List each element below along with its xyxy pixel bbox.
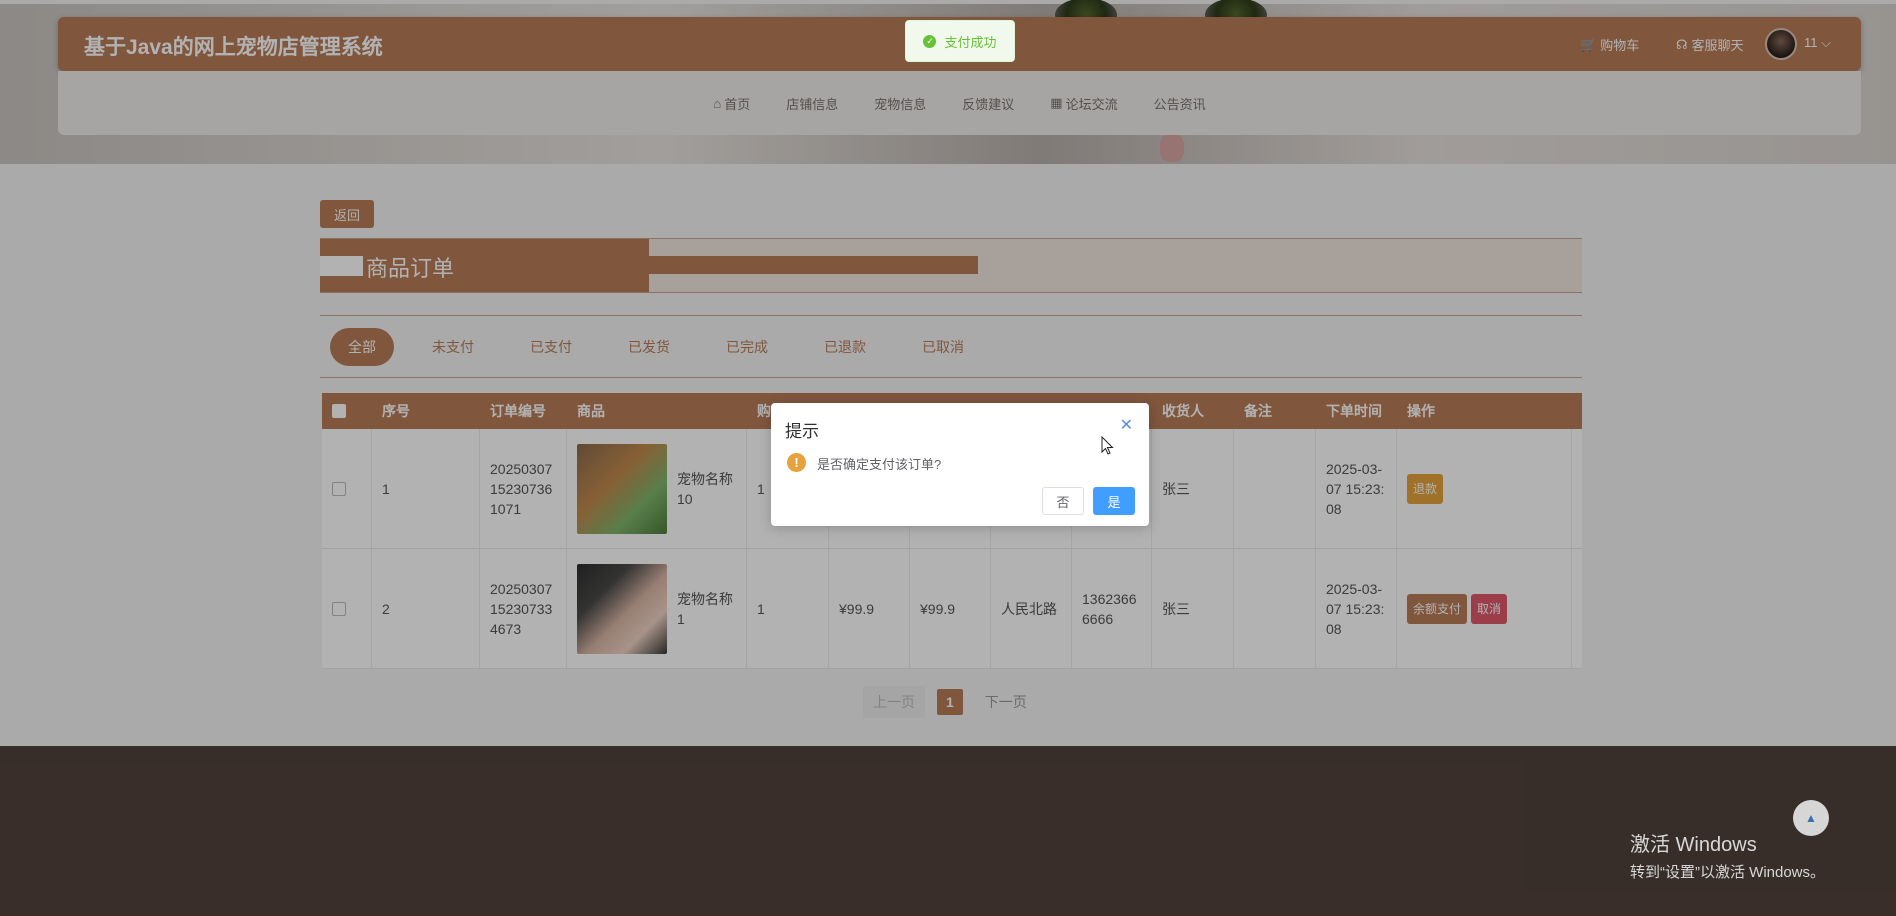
dialog-message: 是否确定支付该订单?	[817, 457, 942, 472]
confirm-dialog: 提示 ✕ ! 是否确定支付该订单? 否 是	[771, 403, 1149, 526]
dialog-title: 提示	[785, 422, 819, 441]
cancel-button[interactable]: 否	[1042, 487, 1084, 515]
check-circle-icon: ✓	[923, 34, 937, 48]
success-toast: ✓ 支付成功	[905, 20, 1015, 62]
windows-activation-watermark: 激活 Windows 转到“设置”以激活 Windows。	[1630, 834, 1826, 881]
warning-icon: !	[787, 453, 806, 472]
confirm-button[interactable]: 是	[1093, 487, 1135, 515]
close-icon[interactable]: ✕	[1120, 415, 1133, 435]
mouse-cursor-icon	[1101, 436, 1114, 455]
triangle-up-icon: ▲	[1805, 811, 1817, 825]
